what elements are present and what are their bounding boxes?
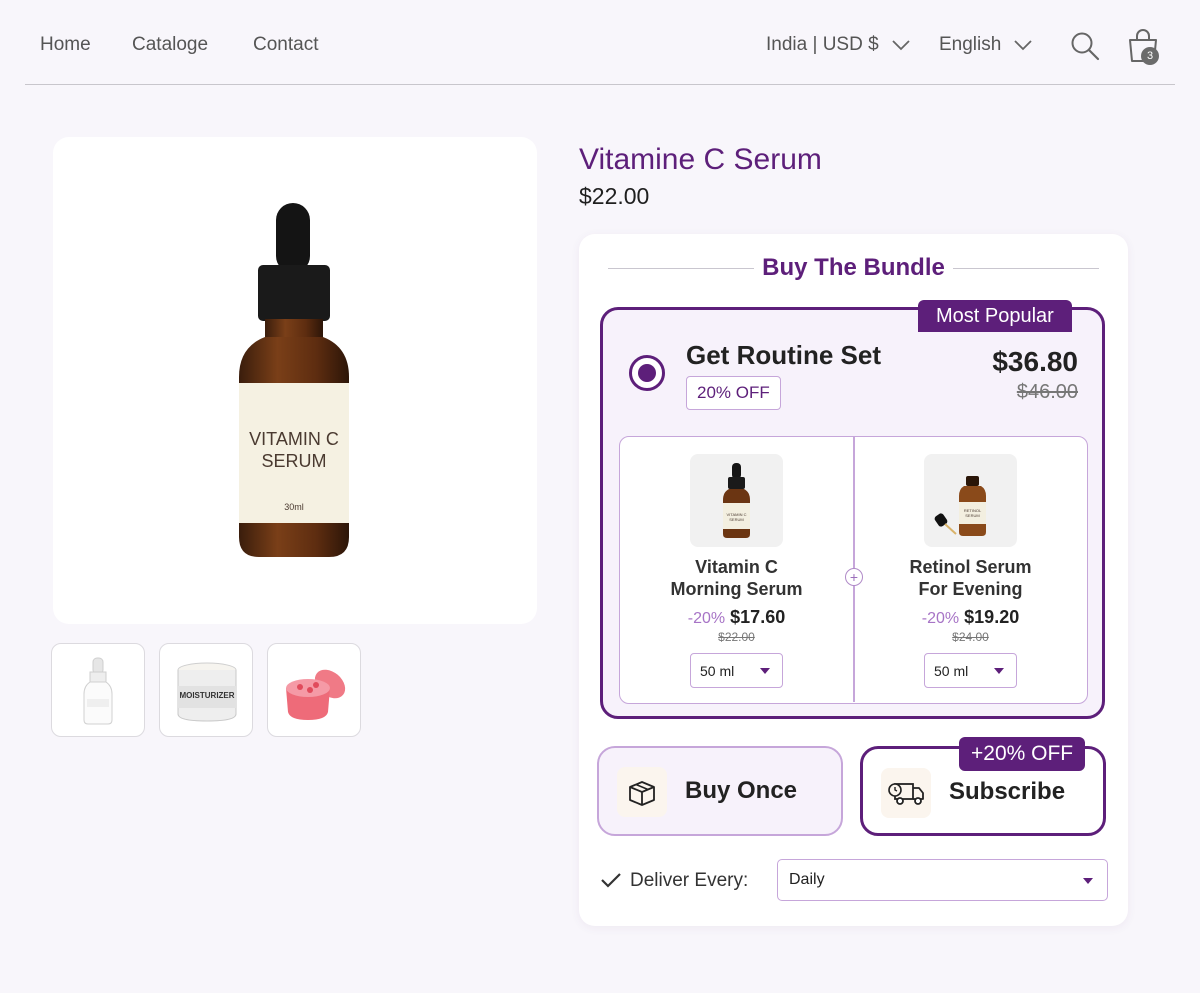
delivery-truck-icon [888,783,924,805]
language-label: English [939,34,1002,55]
box-icon [629,781,655,806]
svg-text:SERUM: SERUM [729,517,743,522]
bundle-discount-badge: 20% OFF [686,376,781,410]
thumbnail-moisturizer-jar[interactable]: MOISTURIZER [159,643,253,737]
bundle-radio-selected[interactable] [629,355,665,391]
deliver-every-label: Deliver Every: [630,870,749,891]
item-size-select[interactable]: 50 ml [924,653,1017,688]
bundle-items: + VITAMIN C SERUM Vitamin C Morning Seru [619,436,1088,704]
item-name: Vitamin C Morning Serum [620,556,853,600]
delivery-frequency-value: Daily [789,871,825,888]
buy-once-label: Buy Once [685,777,798,804]
item-name-line2: Morning Serum [670,579,803,599]
retinol-bottle-small-image: RETINOL SERUM [934,476,986,536]
bundle-item-retinol: RETINOL SERUM Retinol Serum For Evening … [854,437,1087,702]
item-name-line1: Vitamin C [695,557,778,577]
serum-bottle-thumbnail-image [83,657,113,725]
box-icon-wrap [617,767,667,817]
cart-count-badge: 3 [1141,47,1159,65]
truck-icon-wrap [881,768,931,818]
bundle-old-price: $46.00 [1016,381,1078,403]
bundle-card: Buy The Bundle Most Popular Get Routine … [579,234,1128,926]
bundle-heading: Buy The Bundle [579,254,1128,282]
item-price: $17.60 [730,607,786,627]
most-popular-badge: Most Popular [918,300,1072,332]
bottle-label-line1: VITAMIN C [249,429,339,449]
item-name: Retinol Serum For Evening [854,556,1087,600]
search-icon[interactable] [1070,31,1100,61]
item-discount: -20% [687,610,726,627]
thumbnail-serum-bottle[interactable] [51,643,145,737]
product-title: Vitamine C Serum [579,143,822,176]
chevron-down-icon [1014,40,1032,51]
item-size-select[interactable]: 50 ml [690,653,783,688]
buy-once-option[interactable]: Buy Once [597,746,843,836]
nav-link-home[interactable]: Home [40,34,91,56]
serum-bottle-image: VITAMIN C SERUM 30ml [239,203,349,557]
item-discount: -20% [921,610,960,627]
subscribe-label: Subscribe [949,778,1066,805]
checkmark-icon [601,873,621,888]
subscribe-option[interactable]: +20% OFF Subscribe [860,737,1106,836]
bottle-label-volume: 30ml [284,502,304,512]
region-currency-selector[interactable]: India | USD $ [766,34,911,56]
item-size-value: 50 ml [700,662,735,679]
caret-down-icon [760,668,770,674]
vitamin-c-serum-image: VITAMIN C SERUM [690,454,783,547]
item-name-line1: Retinol Serum [909,557,1032,577]
moisturizer-label: MOISTURIZER [179,691,234,700]
item-old-price: $24.00 [952,630,989,644]
chevron-down-icon [892,40,910,51]
region-currency-label: India | USD $ [766,34,879,55]
item-name-line2: For Evening [918,579,1023,599]
bundle-item-vitamin-c: VITAMIN C SERUM Vitamin C Morning Serum … [620,437,853,702]
svg-text:SERUM: SERUM [965,513,979,518]
bottle-label-line2: SERUM [261,451,326,471]
caret-down-icon [1083,878,1093,884]
item-price: $19.20 [964,607,1020,627]
main-product-image[interactable]: VITAMIN C SERUM 30ml [53,137,537,624]
item-pricing: -20% $19.20 [854,607,1087,628]
subscribe-discount-badge: +20% OFF [959,737,1086,771]
bundle-heading-text: Buy The Bundle [754,254,953,281]
nav-link-contact[interactable]: Contact [253,34,318,56]
item-size-value: 50 ml [934,662,969,679]
language-selector[interactable]: English [939,34,1033,56]
bundle-option-routine-set[interactable]: Most Popular Get Routine Set 20% OFF $36… [600,300,1105,719]
pink-scrub-jar-thumbnail-image [286,669,346,720]
thumbnail-pink-scrub-jar[interactable] [267,643,361,737]
nav-link-cataloge[interactable]: Cataloge [132,34,208,56]
site-header: Home Cataloge Contact India | USD $ Engl… [25,0,1175,85]
caret-down-icon [994,668,1004,674]
delivery-frequency-select[interactable]: Daily [777,859,1108,901]
bundle-set-name: Get Routine Set [686,340,882,370]
serum-bottle-small-image: VITAMIN C SERUM [723,463,750,538]
bundle-price: $36.80 [992,346,1078,377]
moisturizer-jar-thumbnail-image: MOISTURIZER [177,662,237,722]
item-pricing: -20% $17.60 [620,607,853,628]
product-price: $22.00 [579,183,650,209]
item-old-price: $22.00 [718,630,755,644]
retinol-serum-image: RETINOL SERUM [924,454,1017,547]
